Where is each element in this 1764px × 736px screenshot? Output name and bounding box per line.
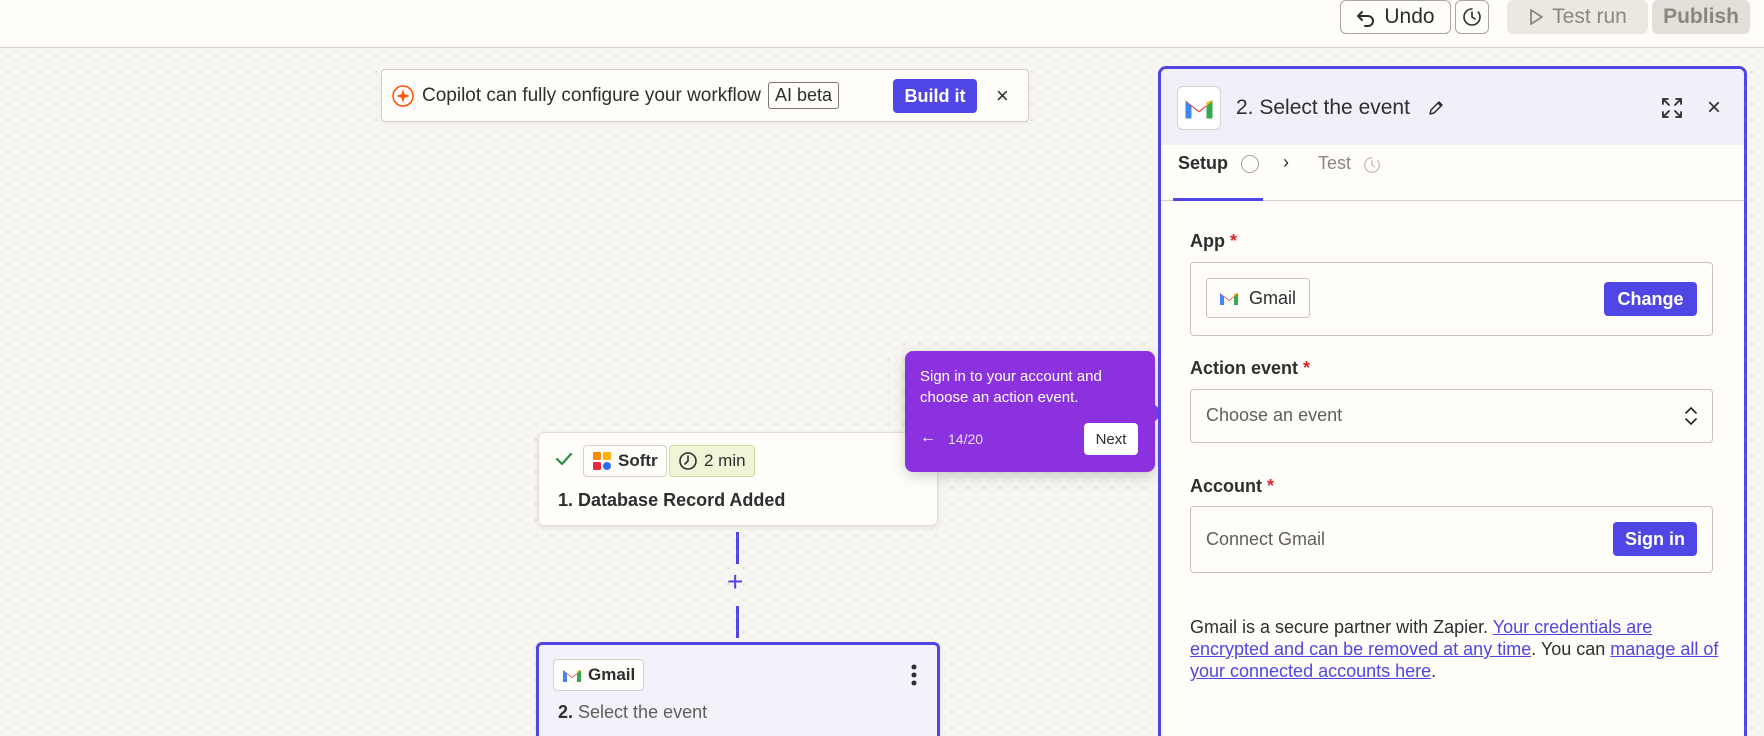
undo-label: Undo	[1384, 5, 1435, 28]
gmail-logo-icon	[1185, 100, 1213, 119]
chevron-right-icon: ›	[1283, 152, 1289, 172]
tab-test[interactable]: Test	[1318, 153, 1351, 174]
step-2-title-text: Select the event	[578, 702, 708, 722]
selected-app-chip: Gmail	[1206, 278, 1310, 318]
edit-title-icon[interactable]	[1427, 99, 1445, 117]
gmail-app-chip: Gmail	[553, 659, 645, 691]
check-icon	[555, 452, 573, 466]
add-step-button[interactable]: +	[727, 568, 743, 596]
duration-badge: 2 min	[669, 445, 755, 477]
publish-label: Publish	[1663, 5, 1739, 28]
required-marker: *	[1230, 231, 1238, 251]
duration-text: 2 min	[704, 451, 746, 470]
security-note: Gmail is a secure partner with Zapier. Y…	[1190, 616, 1720, 682]
undo-button[interactable]: Undo	[1340, 0, 1451, 34]
gmail-app-name: Gmail	[588, 665, 636, 684]
step-1-title: 1. Database Record Added	[558, 490, 785, 511]
tooltip-back-button[interactable]: ←	[920, 429, 936, 447]
step-config-panel: 2. Select the event × Setup › Test App *…	[1158, 66, 1747, 736]
setup-status-icon	[1241, 155, 1259, 173]
softr-app-name: Softr	[618, 451, 658, 470]
step-1-number: 1.	[558, 490, 574, 510]
sign-in-button[interactable]: Sign in	[1613, 522, 1697, 556]
test-run-button[interactable]: Test run	[1507, 0, 1648, 34]
action-event-label-text: Action event	[1190, 358, 1299, 378]
copilot-sparkle-icon	[392, 84, 414, 107]
step-1-title-text: Database Record Added	[578, 490, 786, 510]
tooltip-next-button[interactable]: Next	[1084, 423, 1138, 455]
step-2-title: 2. Select the event	[558, 702, 707, 723]
account-label-text: Account	[1190, 476, 1262, 496]
security-note-middle: . You can	[1531, 639, 1611, 659]
step-2-number: 2.	[558, 702, 574, 722]
panel-title: 2. Select the event	[1236, 96, 1410, 119]
app-label-text: App	[1190, 231, 1225, 251]
select-chevron-icon	[1685, 407, 1697, 425]
tooltip-progress: 14/20	[948, 431, 984, 447]
panel-tabs	[1161, 145, 1744, 201]
change-app-button[interactable]: Change	[1604, 282, 1697, 316]
gmail-app-tile	[1177, 86, 1221, 130]
connector-line-bottom	[736, 606, 739, 638]
required-marker: *	[1267, 476, 1275, 496]
step-card-1[interactable]: Softr 2 min 1. Database Record Added	[538, 432, 938, 526]
action-event-label: Action event *	[1190, 358, 1310, 379]
account-placeholder: Connect Gmail	[1206, 529, 1326, 549]
ai-beta-badge: AI beta	[768, 82, 840, 109]
history-button[interactable]	[1455, 0, 1489, 34]
undo-icon	[1357, 11, 1375, 27]
copilot-close-button[interactable]: ×	[996, 83, 1009, 109]
clock-icon	[679, 452, 697, 470]
publish-button[interactable]: Publish	[1652, 0, 1750, 34]
gmail-logo-icon	[1220, 293, 1238, 305]
step-card-2[interactable]: Gmail 2. Select the event	[536, 642, 940, 736]
security-note-suffix: .	[1431, 661, 1437, 681]
account-field: Connect Gmail Sign in	[1190, 506, 1713, 573]
build-it-button[interactable]: Build it	[893, 79, 977, 113]
copilot-text: Copilot can fully configure your workflo…	[422, 84, 761, 106]
onboarding-tooltip: Sign in to your account and choose an ac…	[905, 351, 1164, 472]
softr-app-chip: Softr	[583, 445, 667, 477]
security-note-prefix: Gmail is a secure partner with Zapier.	[1190, 617, 1493, 637]
active-tab-indicator	[1173, 198, 1263, 201]
gmail-logo-icon	[563, 670, 581, 682]
top-toolbar: Undo Test run Publish	[0, 0, 1764, 48]
account-label: Account *	[1190, 476, 1274, 497]
more-options-icon[interactable]	[911, 664, 917, 686]
history-icon	[1463, 8, 1481, 26]
panel-header: 2. Select the event ×	[1161, 69, 1744, 145]
app-field-label: App *	[1190, 231, 1237, 252]
softr-logo-icon	[593, 452, 611, 470]
tooltip-text: Sign in to your account and choose an ac…	[920, 368, 1102, 406]
expand-icon[interactable]	[1661, 97, 1683, 119]
action-event-placeholder: Choose an event	[1206, 405, 1343, 425]
test-status-icon	[1364, 157, 1380, 173]
panel-close-button[interactable]: ×	[1707, 94, 1721, 122]
required-marker: *	[1303, 358, 1311, 378]
selected-app-name: Gmail	[1249, 287, 1297, 308]
copilot-banner: Copilot can fully configure your workflo…	[381, 69, 1029, 122]
app-field: Gmail Change	[1190, 262, 1713, 336]
connector-line-top	[736, 532, 739, 564]
action-event-select[interactable]: Choose an event	[1190, 389, 1713, 443]
play-icon	[1530, 9, 1544, 25]
tab-setup[interactable]: Setup	[1178, 153, 1228, 174]
test-run-label: Test run	[1552, 5, 1627, 28]
